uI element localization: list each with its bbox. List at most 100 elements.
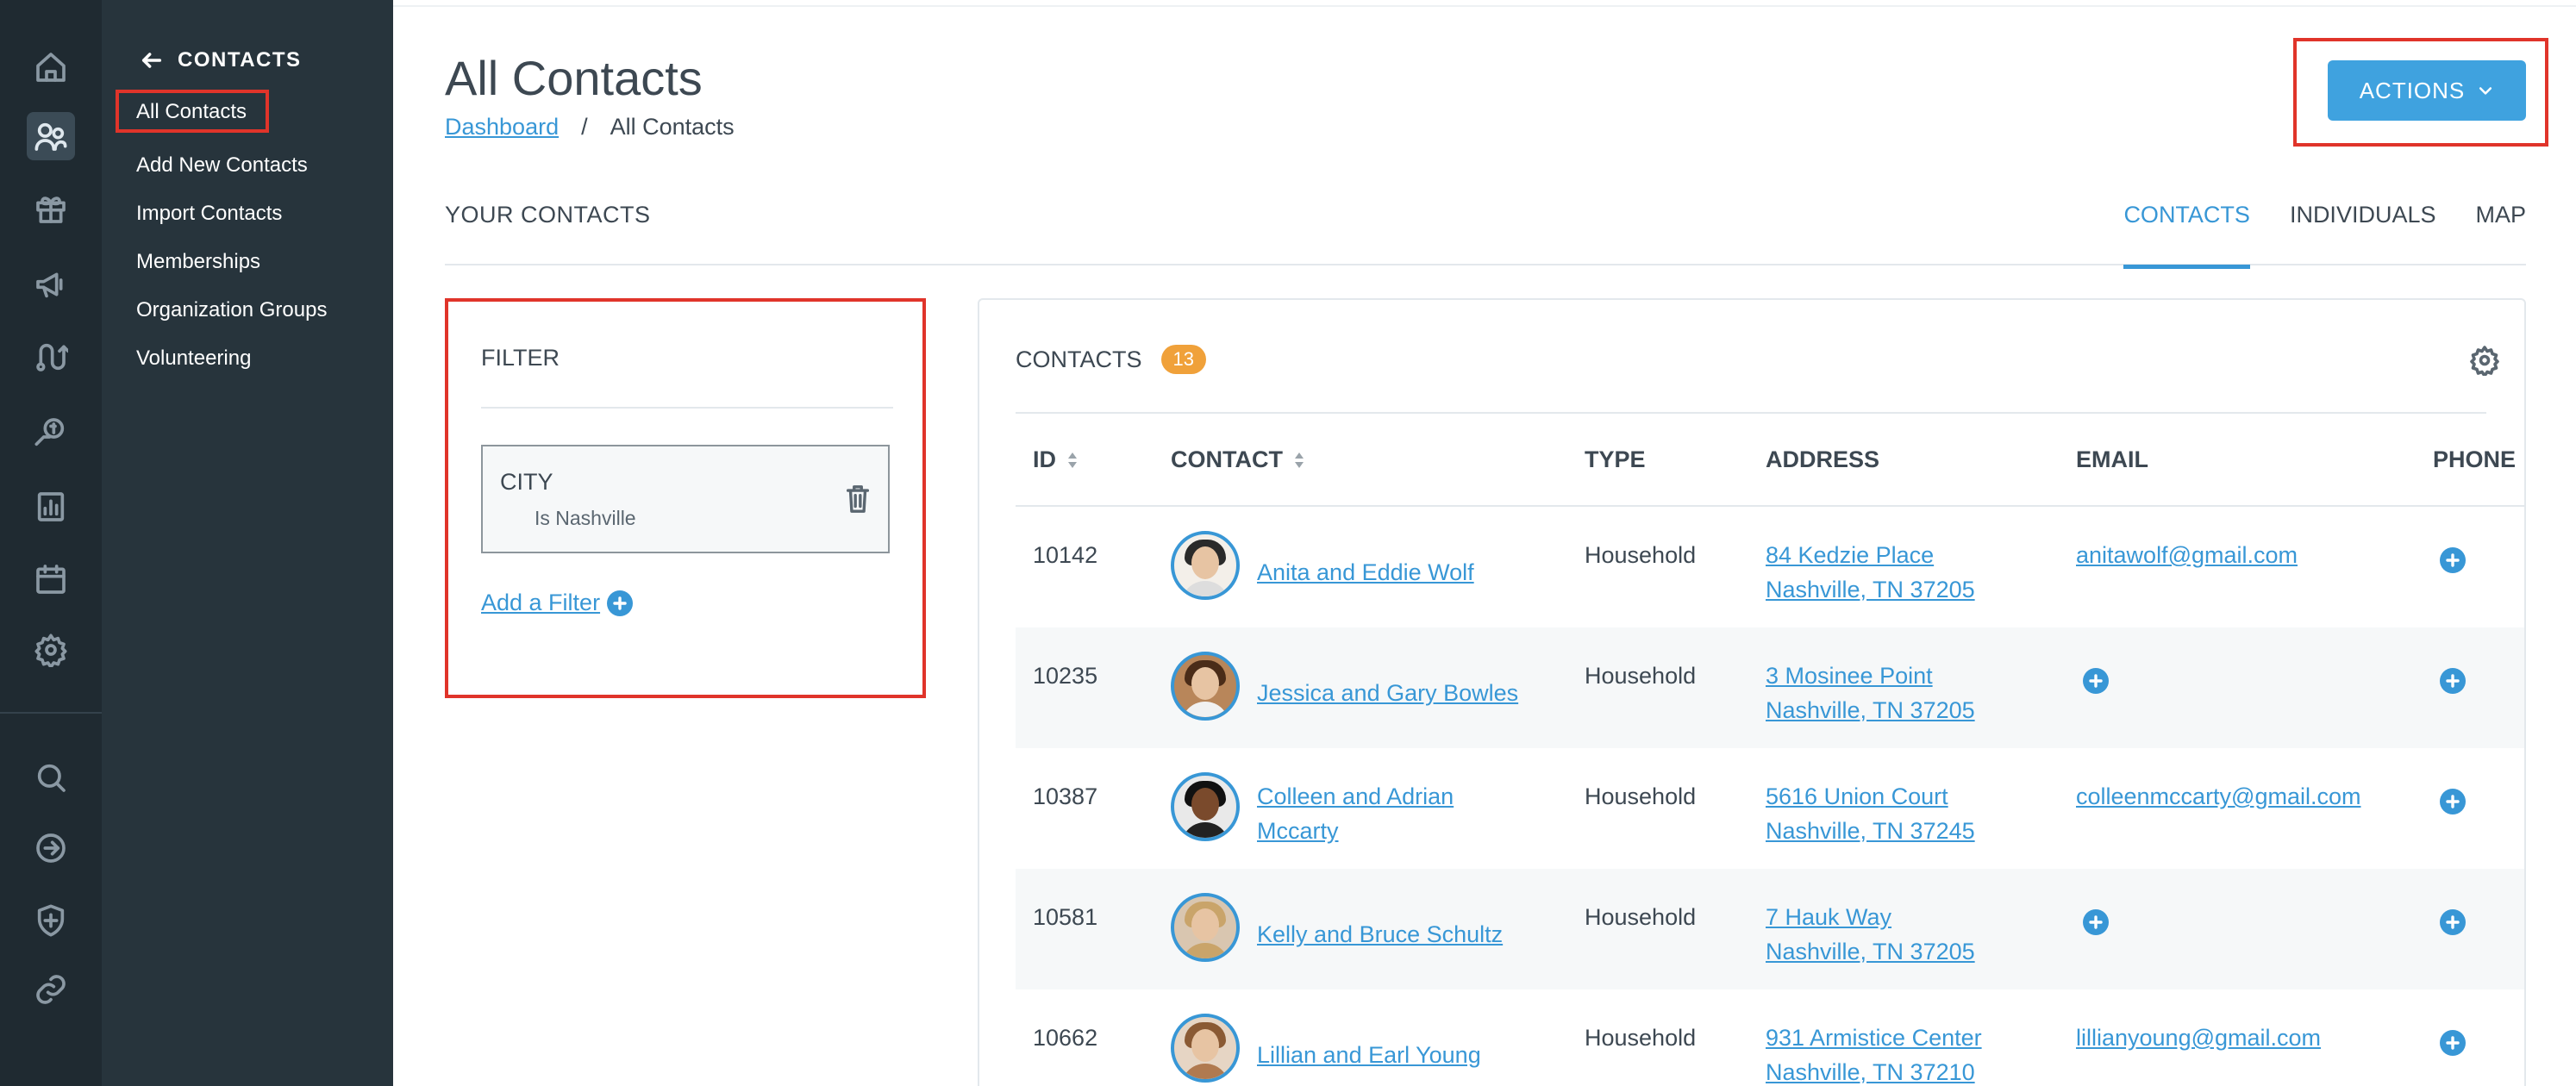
add-phone-icon[interactable]: [2440, 909, 2466, 935]
login-icon[interactable]: [27, 824, 75, 872]
column-header-contact[interactable]: CONTACT: [1171, 446, 1305, 473]
link-icon[interactable]: [27, 965, 75, 1014]
home-icon[interactable]: [27, 43, 75, 91]
address-link[interactable]: 7 Hauk Way Nashville, TN 37205: [1766, 900, 1975, 969]
trash-icon[interactable]: [845, 484, 871, 514]
shield-plus-icon[interactable]: [27, 896, 75, 945]
sort-icon: [1294, 452, 1304, 468]
contact-cell: Kelly and Bruce Schultz: [1171, 869, 1567, 989]
column-header-phone: PHONE: [2433, 446, 2517, 472]
table-row: 10142 Anita and Eddie Wolf Household 84 …: [1016, 507, 2524, 627]
subnav-item-volunteering[interactable]: Volunteering: [136, 346, 251, 371]
subnav-back-link[interactable]: CONTACTS: [140, 48, 302, 72]
address-link[interactable]: 3 Mosinee Point Nashville, TN 37205: [1766, 658, 1975, 727]
subnav-item-memberships[interactable]: Memberships: [136, 250, 260, 274]
section-label: YOUR CONTACTS: [445, 202, 651, 228]
gift-icon[interactable]: [27, 184, 75, 233]
calendar-icon[interactable]: [27, 555, 75, 603]
contact-name-link[interactable]: Anita and Eddie Wolf: [1257, 555, 1474, 590]
add-filter-link[interactable]: Add a Filter: [481, 590, 634, 616]
column-header-id[interactable]: ID: [1033, 446, 1079, 473]
column-header-type: TYPE: [1585, 446, 1646, 472]
address-line2: Nashville, TN 37245: [1766, 818, 1975, 844]
row-id: 10581: [1033, 904, 1098, 930]
rail-divider: [0, 712, 102, 714]
contacts-card-header: CONTACTS 13: [1016, 345, 1206, 374]
email-link[interactable]: anitawolf@gmail.com: [2076, 542, 2298, 568]
table-row: 10662 Lillian and Earl Young Household 9…: [1016, 989, 2524, 1086]
column-header-address: ADDRESS: [1766, 446, 1880, 472]
add-phone-icon[interactable]: [2440, 547, 2466, 573]
contact-name-link[interactable]: Jessica and Gary Bowles: [1257, 676, 1518, 710]
row-type: Household: [1585, 904, 1697, 930]
chevron-down-icon: [2479, 87, 2492, 95]
add-filter-label: Add a Filter: [481, 590, 601, 615]
add-phone-icon[interactable]: [2440, 789, 2466, 814]
subnav-item-import-contacts[interactable]: Import Contacts: [136, 202, 282, 226]
address-line2: Nashville, TN 37205: [1766, 697, 1975, 723]
breadcrumb: Dashboard / All Contacts: [445, 114, 735, 140]
search-icon[interactable]: [27, 753, 75, 802]
tab-map[interactable]: MAP: [2475, 202, 2526, 269]
contacts-icon[interactable]: [27, 112, 75, 160]
column-contact-label: CONTACT: [1171, 446, 1283, 472]
address-link[interactable]: 5616 Union Court Nashville, TN 37245: [1766, 779, 1975, 848]
donation-icon[interactable]: [27, 409, 75, 457]
address-line1: 84 Kedzie Place: [1766, 542, 1935, 568]
subnav-item-add-new-contacts[interactable]: Add New Contacts: [136, 153, 308, 178]
gear-icon[interactable]: [2469, 345, 2500, 378]
actions-button[interactable]: ACTIONS: [2328, 60, 2526, 121]
view-tabs: CONTACTS INDIVIDUALS MAP: [2123, 202, 2526, 269]
email-link[interactable]: lillianyoung@gmail.com: [2076, 1025, 2321, 1051]
avatar: [1171, 531, 1240, 600]
route-icon[interactable]: [27, 333, 75, 381]
arrow-left-icon: [141, 53, 162, 68]
row-type: Household: [1585, 663, 1697, 689]
section-header: YOUR CONTACTS CONTACTS INDIVIDUALS MAP: [445, 195, 2526, 269]
address-line1: 7 Hauk Way: [1766, 904, 1892, 930]
email-link[interactable]: colleenmccarty@gmail.com: [2076, 783, 2361, 809]
settings-icon[interactable]: [27, 626, 75, 674]
tab-contacts[interactable]: CONTACTS: [2123, 202, 2250, 269]
column-header-email: EMAIL: [2076, 446, 2148, 472]
avatar: [1171, 1014, 1240, 1083]
contact-name-link[interactable]: Kelly and Bruce Schultz: [1257, 917, 1503, 952]
count-badge: 13: [1160, 345, 1206, 374]
contact-name-link-line2[interactable]: Mccarty: [1257, 814, 1339, 848]
reports-icon[interactable]: [27, 483, 75, 531]
subnav-item-all-contacts[interactable]: All Contacts: [116, 90, 270, 133]
table-row: 10235 Jessica and Gary Bowles Household …: [1016, 627, 2524, 748]
filter-condition-value: Is Nashville: [535, 507, 636, 529]
address-link[interactable]: 931 Armistice Center Nashville, TN 37210: [1766, 1020, 1982, 1086]
filter-divider: [481, 407, 893, 409]
add-email-icon[interactable]: [2083, 668, 2109, 694]
avatar: [1171, 893, 1240, 962]
filter-field-label: CITY: [500, 469, 553, 495]
contact-name-link[interactable]: Colleen and Adrian: [1257, 779, 1454, 814]
row-id: 10235: [1033, 663, 1098, 689]
icon-rail: [0, 0, 102, 1086]
subnav-item-organization-groups[interactable]: Organization Groups: [136, 298, 327, 322]
address-line2: Nashville, TN 37210: [1766, 1059, 1975, 1085]
table-row: 10387 Colleen and Adrian Mccarty Househo…: [1016, 748, 2524, 869]
add-email-icon[interactable]: [2083, 909, 2109, 935]
actions-button-label: ACTIONS: [2359, 77, 2466, 103]
megaphone-icon[interactable]: [27, 260, 75, 309]
contacts-card: CONTACTS 13 ID CONTACT TYPE ADDRESS EMAI…: [978, 298, 2526, 1086]
row-type: Household: [1585, 542, 1697, 568]
filter-panel: FILTER CITY Is Nashville Add a Filter: [445, 298, 926, 698]
subnav-heading: CONTACTS: [178, 48, 302, 72]
row-id: 10387: [1033, 783, 1098, 809]
contact-cell: Jessica and Gary Bowles: [1171, 627, 1567, 748]
address-link[interactable]: 84 Kedzie Place Nashville, TN 37205: [1766, 538, 1975, 607]
tab-individuals[interactable]: INDIVIDUALS: [2290, 202, 2436, 269]
filter-condition-card[interactable]: CITY Is Nashville: [481, 445, 890, 553]
contacts-subnav: CONTACTS All Contacts Add New Contacts I…: [102, 0, 393, 1086]
top-border: [393, 0, 2576, 7]
breadcrumb-separator: /: [581, 114, 588, 140]
add-phone-icon[interactable]: [2440, 668, 2466, 694]
breadcrumb-dashboard-link[interactable]: Dashboard: [445, 114, 559, 140]
column-id-label: ID: [1033, 446, 1056, 472]
contact-name-link[interactable]: Lillian and Earl Young: [1257, 1038, 1481, 1072]
add-phone-icon[interactable]: [2440, 1030, 2466, 1056]
